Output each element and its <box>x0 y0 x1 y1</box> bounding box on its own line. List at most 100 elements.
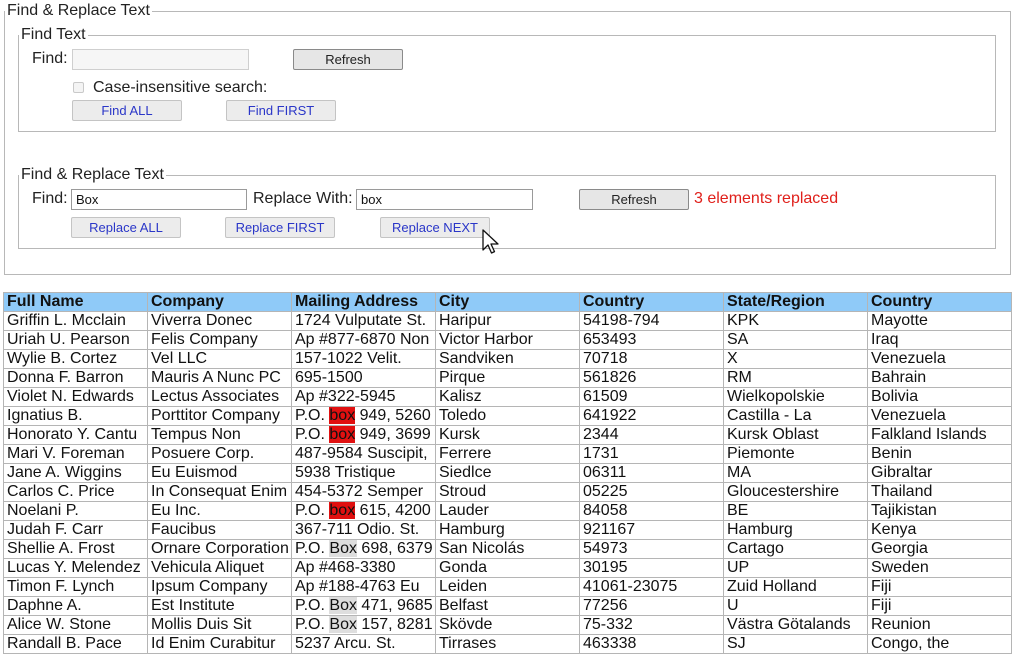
full-name-cell: Wylie B. Cortez <box>3 349 148 369</box>
city-cell: Leiden <box>435 577 580 597</box>
column-header[interactable]: Country <box>579 292 724 312</box>
find-first-button[interactable]: Find FIRST <box>226 100 336 121</box>
full-name-cell: Donna F. Barron <box>3 368 148 388</box>
replace-find-label: Find: <box>32 190 68 207</box>
city-cell: Kalisz <box>435 387 580 407</box>
replaced-match-highlight: box <box>329 407 356 424</box>
country-cell: Fiji <box>867 577 1012 597</box>
state-region-cell: BE <box>723 501 868 521</box>
country-cell: 921167 <box>579 520 724 540</box>
find-input[interactable] <box>72 49 249 70</box>
mailing-address-cell: 5237 Arcu. St. <box>291 634 436 654</box>
replace-first-button[interactable]: Replace FIRST <box>225 217 335 238</box>
country-cell: Iraq <box>867 330 1012 350</box>
column-header[interactable]: State/Region <box>723 292 868 312</box>
column-header[interactable]: Full Name <box>3 292 148 312</box>
address-text: 5938 Tristique <box>295 464 396 482</box>
address-text: 471, 9685 <box>356 597 433 615</box>
mailing-address-cell: P.O. box 949, 3699 <box>291 425 436 445</box>
table-row: Shellie A. Frost Ornare Corporation P.O. B… <box>3 539 1012 559</box>
country-cell: Gibraltar <box>867 463 1012 483</box>
state-region-cell: Cartago <box>723 539 868 559</box>
state-region-cell: KPK <box>723 311 868 331</box>
country-cell: 641922 <box>579 406 724 426</box>
address-text: 487-9584 Suscipit, <box>295 445 428 463</box>
find-label: Find: <box>32 50 68 67</box>
full-name-cell: Carlos C. Price <box>3 482 148 502</box>
state-region-cell: Kursk Oblast <box>723 425 868 445</box>
mailing-address-cell: 157-1022 Velit. <box>291 349 436 369</box>
mailing-address-cell: Ap #188-4763 Eu <box>291 577 436 597</box>
address-text: Ap #468-3380 <box>295 559 396 577</box>
case-insensitive-checkbox[interactable] <box>73 82 84 93</box>
match-highlight: Box <box>329 616 357 633</box>
replace-next-button[interactable]: Replace NEXT <box>380 217 490 238</box>
replace-with-label: Replace With: <box>253 190 353 207</box>
find-all-button[interactable]: Find ALL <box>72 100 182 121</box>
country-cell: Bahrain <box>867 368 1012 388</box>
country-cell: Venezuela <box>867 349 1012 369</box>
company-cell: Eu Inc. <box>147 501 292 521</box>
country-cell: Mayotte <box>867 311 1012 331</box>
column-header[interactable]: Mailing Address <box>291 292 436 312</box>
company-cell: Id Enim Curabitur <box>147 634 292 654</box>
find-refresh-button[interactable]: Refresh <box>293 49 403 70</box>
replaced-match-highlight: box <box>329 426 356 443</box>
replace-refresh-button[interactable]: Refresh <box>579 189 689 210</box>
table-row: Randall B. Pace Id Enim Curabitur 5237 Arc… <box>3 634 1012 654</box>
table-row: Lucas Y. Melendez Vehicula Aliquet Ap #468… <box>3 558 1012 578</box>
company-cell: Ipsum Company <box>147 577 292 597</box>
full-name-cell: Timon F. Lynch <box>3 577 148 597</box>
city-cell: Ferrere <box>435 444 580 464</box>
country-cell: 54198-794 <box>579 311 724 331</box>
state-region-cell: Zuid Holland <box>723 577 868 597</box>
company-cell: Vel LLC <box>147 349 292 369</box>
country-cell: 1731 <box>579 444 724 464</box>
company-cell: Mauris A Nunc PC <box>147 368 292 388</box>
table-row: Wylie B. Cortez Vel LLC 157-1022 Velit. San… <box>3 349 1012 369</box>
city-cell: Siedlce <box>435 463 580 483</box>
full-name-cell: Randall B. Pace <box>3 634 148 654</box>
full-name-cell: Alice W. Stone <box>3 615 148 635</box>
full-name-cell: Judah F. Carr <box>3 520 148 540</box>
country-cell: Reunion <box>867 615 1012 635</box>
state-region-cell: X <box>723 349 868 369</box>
table-row: Timon F. Lynch Ipsum Company Ap #188-4763 … <box>3 577 1012 597</box>
full-name-cell: Mari V. Foreman <box>3 444 148 464</box>
state-region-cell: U <box>723 596 868 616</box>
table-row: Daphne A. Est Institute P.O. Box 471, 9685… <box>3 596 1012 616</box>
column-header[interactable]: Company <box>147 292 292 312</box>
country-cell: 54973 <box>579 539 724 559</box>
mailing-address-cell: Ap #877-6870 Non <box>291 330 436 350</box>
city-cell: Toledo <box>435 406 580 426</box>
address-text: 1724 Vulputate St. <box>295 312 427 330</box>
full-name-cell: Lucas Y. Melendez <box>3 558 148 578</box>
state-region-cell: Gloucestershire <box>723 482 868 502</box>
column-header[interactable]: City <box>435 292 580 312</box>
address-text: 157, 8281 <box>356 616 433 634</box>
table-row: Violet N. Edwards Lectus Associates Ap #32… <box>3 387 1012 407</box>
table-row: Carlos C. Price In Consequat Enim 454-5372… <box>3 482 1012 502</box>
company-cell: Posuere Corp. <box>147 444 292 464</box>
full-name-cell: Shellie A. Frost <box>3 539 148 559</box>
column-header[interactable]: Country <box>867 292 1012 312</box>
address-text: 695-1500 <box>295 369 363 387</box>
state-region-cell: MA <box>723 463 868 483</box>
table-row: Mari V. Foreman Posuere Corp. 487-9584 Sus… <box>3 444 1012 464</box>
replace-all-button[interactable]: Replace ALL <box>71 217 181 238</box>
table-row: Griffin L. Mcclain Viverra Donec 1724 Vulp… <box>3 311 1012 331</box>
mailing-address-cell: 695-1500 <box>291 368 436 388</box>
replace-with-input[interactable] <box>356 189 533 210</box>
full-name-cell: Honorato Y. Cantu <box>3 425 148 445</box>
address-text: Ap #322-5945 <box>295 388 396 406</box>
state-region-cell: Hamburg <box>723 520 868 540</box>
address-text: 949, 5260 <box>355 407 431 425</box>
full-name-cell: Violet N. Edwards <box>3 387 148 407</box>
city-cell: Gonda <box>435 558 580 578</box>
city-cell: Skövde <box>435 615 580 635</box>
state-region-cell: Västra Götalands <box>723 615 868 635</box>
country-cell: Fiji <box>867 596 1012 616</box>
table-row: Alice W. Stone Mollis Duis Sit P.O. Box 15… <box>3 615 1012 635</box>
replace-find-input[interactable] <box>71 189 247 210</box>
city-cell: Kursk <box>435 425 580 445</box>
